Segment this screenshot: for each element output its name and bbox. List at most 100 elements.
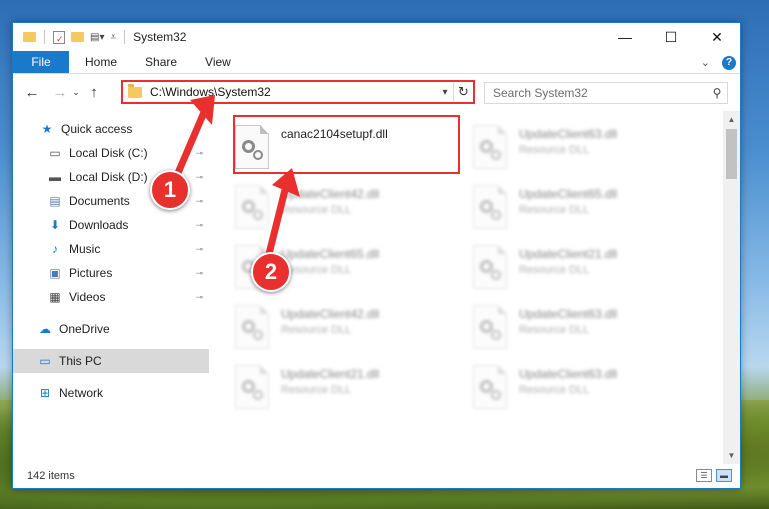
folder-icon — [23, 32, 36, 42]
file-item[interactable]: UpdateClient42.dll Resource DLL — [235, 181, 455, 233]
new-folder-icon[interactable] — [71, 32, 84, 42]
onedrive-icon: ☁ — [39, 322, 51, 336]
address-path[interactable]: C:\Windows\System32 — [150, 85, 437, 99]
help-icon[interactable]: ? — [722, 55, 736, 70]
search-icon[interactable]: ⚲ — [707, 86, 727, 100]
tab-view[interactable]: View — [191, 51, 245, 73]
quick-access-toolbar: ✓ ▤▾ ⩡ — [13, 23, 127, 51]
navigation-bar: ← → ⌄ ↑ C:\Windows\System32 ▾ ↻ ⚲ — [13, 74, 740, 110]
sidebar-item-this-pc[interactable]: ▭ This PC — [13, 349, 209, 373]
address-dropdown-icon[interactable]: ▾ — [437, 87, 453, 98]
file-type: Resource DLL — [519, 384, 590, 396]
file-item[interactable]: UpdateClient63.dll Resource DLL — [473, 121, 693, 173]
content-area: ★ Quick access ▭ Local Disk (C:) ⊸ ▬ Local Dis… — [13, 111, 740, 464]
file-explorer-window: ✓ ▤▾ ⩡ System32 — ☐ ✕ File Home Share Vi… — [12, 22, 741, 489]
dll-file-icon — [473, 245, 507, 289]
drive-icon: ▭ — [49, 146, 61, 160]
folder-icon — [128, 83, 142, 98]
this-pc-icon: ▭ — [39, 354, 51, 368]
file-item[interactable]: UpdateClient63.dll Resource DLL — [473, 361, 693, 413]
file-type: Resource DLL — [281, 264, 352, 276]
documents-icon: ▤ — [49, 194, 61, 208]
scroll-down-icon[interactable]: ▼ — [723, 447, 740, 464]
file-type: Resource DLL — [281, 384, 352, 396]
refresh-button[interactable]: ↻ — [453, 82, 473, 102]
sidebar-item-music[interactable]: ♪ Music ⊸ — [13, 237, 209, 261]
file-type: Resource DLL — [519, 324, 590, 336]
address-bar[interactable]: C:\Windows\System32 ▾ ↻ — [121, 80, 475, 104]
dll-file-icon — [473, 305, 507, 349]
search-input[interactable] — [493, 86, 707, 100]
close-button[interactable]: ✕ — [694, 23, 740, 51]
sidebar-item-network[interactable]: ⊞ Network — [13, 381, 209, 405]
file-highlight-box — [233, 115, 460, 174]
file-item[interactable]: UpdateClient65.dll Resource DLL — [473, 181, 693, 233]
file-name: UpdateClient65.dll — [519, 187, 618, 201]
back-button[interactable]: ← — [21, 81, 43, 103]
file-type: Resource DLL — [519, 264, 590, 276]
star-icon: ★ — [41, 122, 53, 136]
dll-file-icon — [235, 365, 269, 409]
ribbon-right-controls: ⌄ ? — [701, 51, 736, 74]
file-name: UpdateClient21.dll — [519, 247, 618, 261]
maximize-button[interactable]: ☐ — [648, 23, 694, 51]
item-count: 142 items — [27, 470, 75, 482]
scroll-up-icon[interactable]: ▲ — [723, 111, 740, 128]
file-item[interactable]: UpdateClient21.dll Resource DLL — [473, 241, 693, 293]
pin-icon: ⊸ — [195, 147, 203, 158]
pin-icon: ⊸ — [195, 219, 203, 230]
up-button[interactable]: ↑ — [83, 81, 105, 103]
sidebar-item-quick-access[interactable]: ★ Quick access — [13, 117, 209, 141]
tab-file[interactable]: File — [13, 51, 69, 73]
scroll-thumb[interactable] — [726, 129, 737, 179]
customize-toolbar-icon[interactable]: ▤▾ — [90, 32, 104, 43]
sidebar-item-local-disk-c[interactable]: ▭ Local Disk (C:) ⊸ — [13, 141, 209, 165]
sidebar-item-label: Network — [59, 386, 104, 400]
sidebar-item-onedrive[interactable]: ☁ OneDrive — [13, 317, 209, 341]
file-item[interactable]: UpdateClient21.dll Resource DLL — [235, 361, 455, 413]
file-item[interactable]: UpdateClient63.dll Resource DLL — [473, 301, 693, 353]
pin-icon: ⊸ — [195, 291, 203, 302]
sidebar-item-label: Quick access — [61, 122, 133, 136]
dll-file-icon — [235, 305, 269, 349]
file-name: UpdateClient63.dll — [519, 367, 618, 381]
dll-file-icon — [235, 185, 269, 229]
file-type: Resource DLL — [281, 204, 352, 216]
sidebar-item-downloads[interactable]: ⬇ Downloads ⊸ — [13, 213, 209, 237]
properties-icon[interactable]: ✓ — [53, 30, 65, 44]
view-toggle: ☰ ▬ — [696, 469, 732, 482]
forward-button[interactable]: → — [49, 81, 71, 103]
sidebar-item-label: OneDrive — [59, 322, 110, 336]
recent-locations-icon[interactable]: ⌄ — [71, 81, 81, 103]
dll-file-icon — [473, 185, 507, 229]
minimize-button[interactable]: — — [602, 23, 648, 51]
sidebar-item-label: Pictures — [69, 266, 113, 280]
pin-icon: ⊸ — [195, 195, 203, 206]
tab-home[interactable]: Home — [69, 51, 131, 73]
sidebar-item-label: Documents — [69, 194, 130, 208]
sidebar-item-label: This PC — [59, 354, 102, 368]
sidebar-item-pictures[interactable]: ▣ Pictures ⊸ — [13, 261, 209, 285]
window-controls: — ☐ ✕ — [602, 23, 740, 51]
network-icon: ⊞ — [39, 386, 51, 400]
pin-icon: ⊸ — [195, 171, 203, 182]
sidebar-item-label: Downloads — [69, 218, 129, 232]
sidebar-item-videos[interactable]: ▦ Videos ⊸ — [13, 285, 209, 309]
file-name: UpdateClient42.dll — [281, 187, 380, 201]
search-box[interactable]: ⚲ — [484, 82, 728, 104]
divider — [44, 30, 45, 44]
qat-dropdown-icon[interactable]: ⩡ — [110, 32, 116, 43]
videos-icon: ▦ — [49, 290, 61, 304]
chevron-down-icon[interactable]: ⌄ — [701, 56, 710, 69]
vertical-scrollbar[interactable]: ▲ ▼ — [723, 111, 740, 464]
file-name: UpdateClient21.dll — [281, 367, 380, 381]
dll-file-icon — [473, 365, 507, 409]
tab-share[interactable]: Share — [131, 51, 191, 73]
details-view-icon[interactable]: ☰ — [696, 469, 712, 482]
large-icons-view-icon[interactable]: ▬ — [716, 469, 732, 482]
title-bar: ✓ ▤▾ ⩡ System32 — ☐ ✕ — [13, 23, 740, 51]
file-name: UpdateClient65.dll — [281, 247, 380, 261]
dll-file-icon — [473, 125, 507, 169]
file-item[interactable]: UpdateClient42.dll Resource DLL — [235, 301, 455, 353]
file-type: Resource DLL — [281, 324, 352, 336]
